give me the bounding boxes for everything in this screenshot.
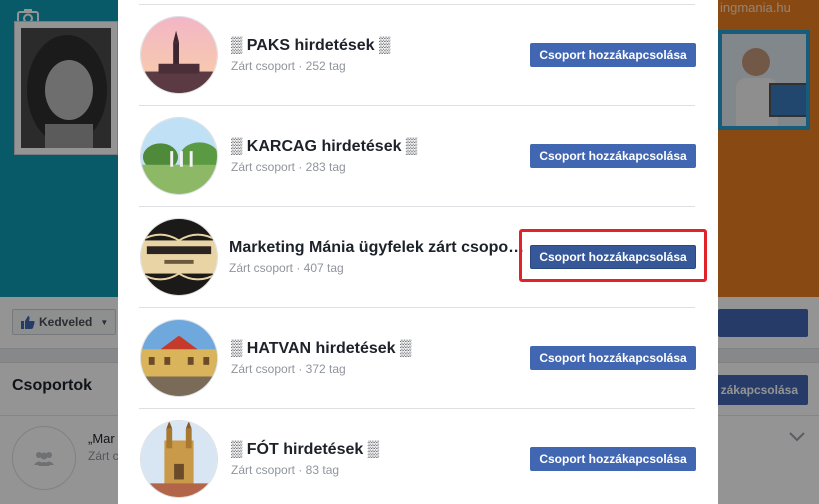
- group-avatar[interactable]: [140, 16, 218, 94]
- group-avatar[interactable]: [140, 420, 218, 498]
- group-meta: Zárt csoport · 252 tag: [231, 59, 346, 73]
- group-name[interactable]: ▒ PAKS hirdetések ▒: [231, 37, 390, 55]
- link-group-button[interactable]: Csoport hozzákapcsolása: [530, 346, 696, 370]
- group-name[interactable]: ▒ FÓT hirdetések ▒: [231, 441, 379, 459]
- group-avatar[interactable]: [140, 319, 218, 397]
- link-group-button[interactable]: Csoport hozzákapcsolása: [530, 447, 696, 471]
- highlight-annotation: [519, 229, 707, 282]
- group-row: ▒ KARCAG hirdetések ▒ Zárt csoport · 283…: [139, 105, 696, 206]
- group-meta: Zárt csoport · 372 tag: [231, 362, 346, 376]
- group-meta: Zárt csoport · 283 tag: [231, 160, 346, 174]
- group-row: ▒ PAKS hirdetések ▒ Zárt csoport · 252 t…: [139, 4, 696, 105]
- group-row: ▒ HATVAN hirdetések ▒ Zárt csoport · 372…: [139, 307, 696, 408]
- group-name[interactable]: ▒ HATVAN hirdetések ▒: [231, 340, 411, 358]
- group-avatar[interactable]: [140, 117, 218, 195]
- group-meta: Zárt csoport · 83 tag: [231, 463, 340, 477]
- group-meta: Zárt csoport · 407 tag: [229, 261, 344, 275]
- link-group-button[interactable]: Csoport hozzákapcsolása: [530, 144, 696, 168]
- group-name[interactable]: Marketing Mánia ügyfelek zárt csopo…: [229, 239, 524, 257]
- group-row: ▒ FÓT hirdetések ▒ Zárt csoport · 83 tag…: [139, 408, 696, 504]
- group-name[interactable]: ▒ KARCAG hirdetések ▒: [231, 138, 417, 156]
- group-avatar[interactable]: [140, 218, 218, 296]
- link-group-button[interactable]: Csoport hozzákapcsolása: [530, 43, 696, 67]
